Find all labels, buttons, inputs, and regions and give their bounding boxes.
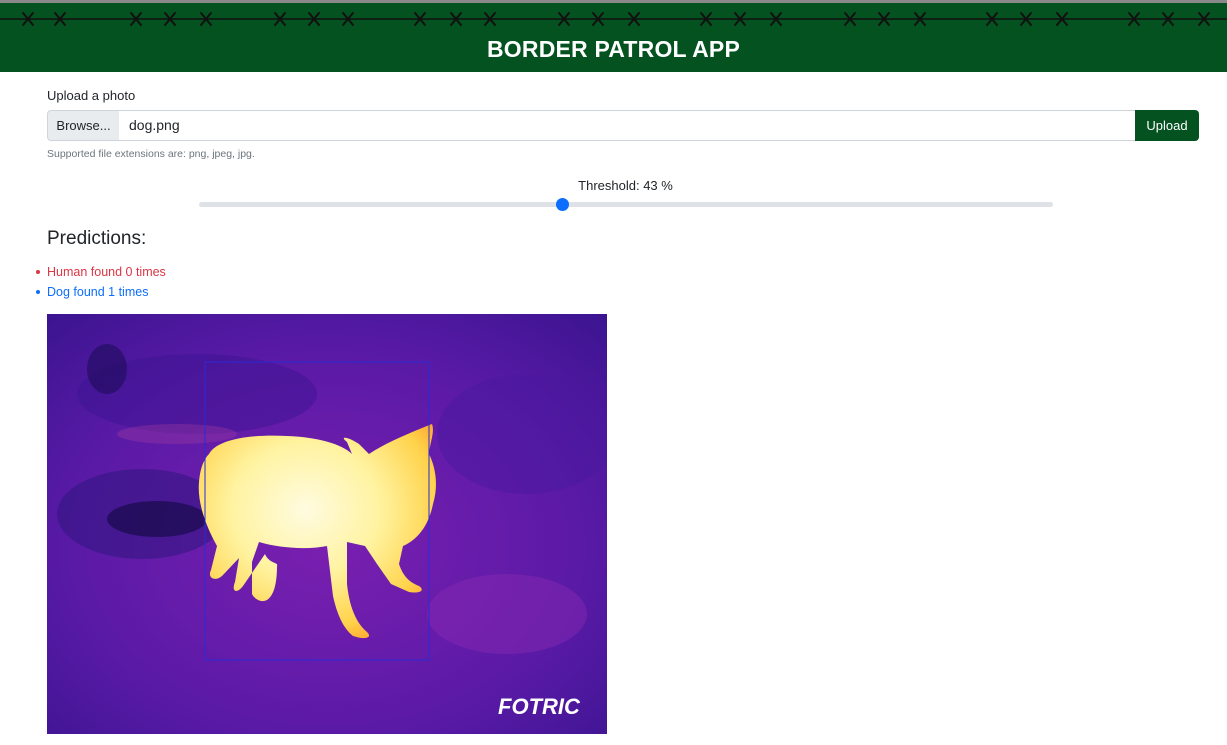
predictions-list: Human found 0 times Dog found 1 times: [34, 262, 166, 302]
prediction-human: Human found 0 times: [34, 262, 166, 282]
bullet-dot: [36, 290, 40, 294]
browse-button[interactable]: Browse...: [47, 110, 120, 141]
app-title: BORDER PATROL APP: [486, 36, 740, 62]
bullet-dot: [36, 270, 40, 274]
prediction-dog-label: Dog found 1 times: [47, 285, 149, 299]
fotric-watermark: FOTRIC: [498, 694, 581, 719]
file-name-field[interactable]: dog.png: [119, 110, 1145, 141]
thermal-result-image: FOTRIC: [47, 314, 607, 734]
threshold-slider-thumb[interactable]: [556, 198, 569, 211]
upload-label: Upload a photo: [47, 88, 136, 103]
predictions-title: Predictions:: [47, 228, 147, 249]
header-top-strip: [0, 0, 1227, 3]
prediction-human-label: Human found 0 times: [47, 265, 166, 279]
file-extensions-help: Supported file extensions are: png, jpeg…: [47, 148, 255, 160]
upload-button[interactable]: Upload: [1135, 110, 1199, 141]
prediction-dog: Dog found 1 times: [34, 282, 166, 302]
app-header: BORDER PATROL APP: [0, 0, 1227, 72]
barbed-wire-decoration: [0, 12, 1227, 26]
threshold-label: Threshold: 43 %: [578, 178, 673, 193]
file-input-group: Browse... dog.png Upload: [47, 110, 1199, 141]
threshold-slider-track[interactable]: [199, 202, 1053, 207]
